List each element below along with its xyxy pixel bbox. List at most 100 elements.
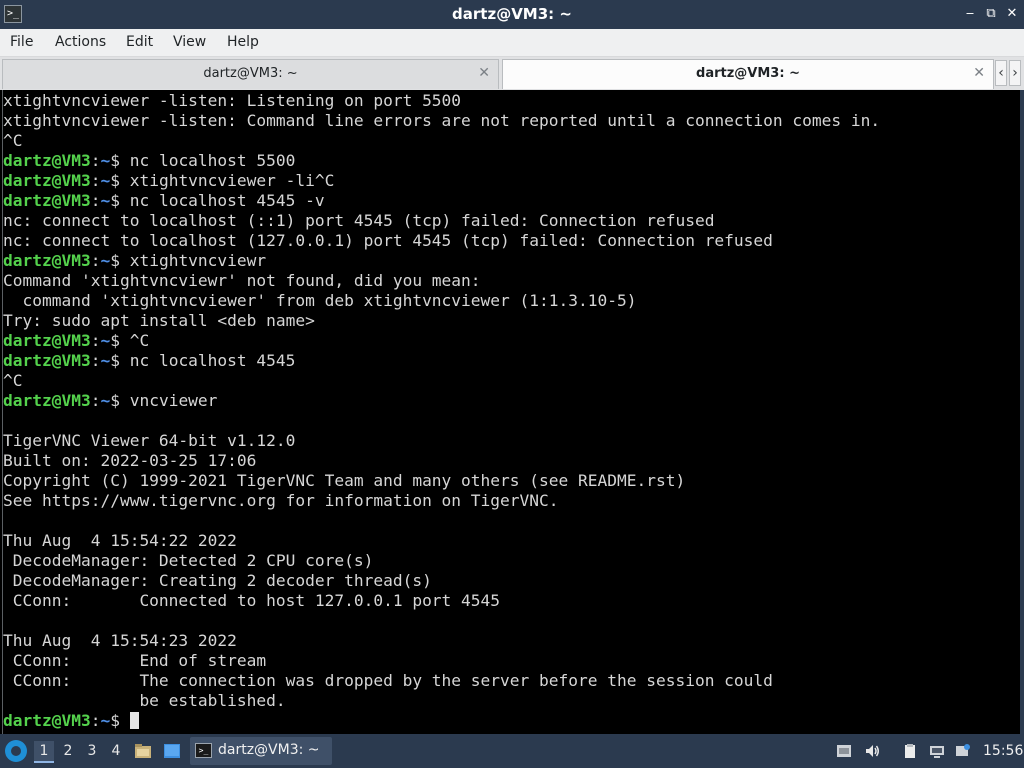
tab-close-icon[interactable]: ✕	[478, 65, 490, 81]
menu-help[interactable]: Help	[227, 34, 259, 50]
output-text: Command 'xtightvncviewr' not found, did …	[3, 271, 481, 290]
taskbar-task-terminal[interactable]: >_ dartz@VM3: ~	[190, 737, 332, 765]
terminal-prompt-line: dartz@VM3:~$ nc localhost 5500	[3, 151, 295, 171]
output-text: CConn: End of stream	[3, 651, 267, 670]
close-window-icon[interactable]: ✕	[1005, 7, 1019, 21]
command-text: $ nc localhost 4545 -v	[110, 191, 325, 210]
terminal-output-line: Thu Aug 4 15:54:23 2022	[3, 631, 237, 651]
output-text: xtightvncviewer -listen: Listening on po…	[3, 91, 462, 110]
tab-scroll-left-icon[interactable]: ‹	[995, 60, 1007, 86]
menu-view[interactable]: View	[173, 34, 206, 50]
prompt-colon: :	[90, 351, 101, 370]
prompt-colon: :	[90, 151, 101, 170]
output-text: nc: connect to localhost (::1) port 4545…	[3, 211, 715, 230]
terminal-output-line: Built on: 2022-03-25 17:06	[3, 451, 256, 471]
prompt-user: dartz@VM3	[3, 711, 91, 730]
terminal-prompt-line: dartz@VM3:~$	[3, 711, 139, 731]
terminal-output-line: xtightvncviewer -listen: Listening on po…	[3, 91, 461, 111]
command-text: $ nc localhost 4545	[110, 351, 296, 370]
terminal-output-line: be established.	[3, 691, 286, 711]
terminal-output-line: DecodeManager: Detected 2 CPU core(s)	[3, 551, 374, 571]
terminal-output-line: Copyright (C) 1999-2021 TigerVNC Team an…	[3, 471, 685, 491]
command-text: $ vncviewer	[110, 391, 218, 410]
workspace-2[interactable]: 2	[58, 741, 78, 761]
keyboard-layout-icon[interactable]	[836, 743, 852, 759]
workspace-3[interactable]: 3	[82, 741, 102, 761]
volume-icon[interactable]	[864, 743, 880, 759]
tab-terminal-2[interactable]: dartz@VM3: ~ ✕	[502, 59, 994, 89]
menu-edit[interactable]: Edit	[126, 34, 153, 50]
terminal-prompt-line: dartz@VM3:~$ vncviewer	[3, 391, 217, 411]
network-icon[interactable]	[929, 743, 945, 759]
terminal-output-line: DecodeManager: Creating 2 decoder thread…	[3, 571, 432, 591]
output-text: xtightvncviewer -listen: Command line er…	[3, 111, 881, 130]
menu-bar: File Actions Edit View Help	[0, 29, 1024, 57]
terminal-output[interactable]: xtightvncviewer -listen: Listening on po…	[2, 90, 1021, 734]
prompt-user: dartz@VM3	[3, 151, 91, 170]
prompt-path: ~	[100, 251, 111, 270]
prompt-colon: :	[90, 251, 101, 270]
show-desktop-icon[interactable]	[163, 742, 181, 760]
menu-actions[interactable]: Actions	[55, 34, 106, 50]
terminal-output-line: ^C	[3, 131, 23, 151]
output-text: TigerVNC Viewer 64-bit v1.12.0	[3, 431, 296, 450]
taskbar: 1 2 3 4 >_ dartz@VM3: ~ 15:56	[0, 734, 1024, 768]
terminal-prompt-line: dartz@VM3:~$ xtightvncviewr	[3, 251, 266, 271]
maximize-icon[interactable]: ⧉	[984, 7, 998, 21]
terminal-scrollbar[interactable]	[1020, 90, 1024, 734]
output-text: DecodeManager: Detected 2 CPU core(s)	[3, 551, 374, 570]
output-text: command 'xtightvncviewer' from deb xtigh…	[3, 291, 637, 310]
output-text: Built on: 2022-03-25 17:06	[3, 451, 257, 470]
tab-bar: dartz@VM3: ~ ✕ dartz@VM3: ~ ✕	[0, 57, 1024, 90]
window-titlebar[interactable]: >_ dartz@VM3: ~ ‒ ⧉ ✕	[0, 0, 1024, 29]
terminal-output-line: CConn: Connected to host 127.0.0.1 port …	[3, 591, 500, 611]
menu-file[interactable]: File	[10, 34, 33, 50]
terminal-output-line: Command 'xtightvncviewr' not found, did …	[3, 271, 481, 291]
clock[interactable]: 15:56	[983, 743, 1023, 759]
output-text: DecodeManager: Creating 2 decoder thread…	[3, 571, 432, 590]
terminal-output-line: CConn: The connection was dropped by the…	[3, 671, 773, 691]
terminal-cursor	[129, 712, 139, 729]
tab-close-icon[interactable]: ✕	[973, 65, 985, 81]
update-notifier-icon[interactable]	[955, 743, 971, 759]
terminal-output-line: command 'xtightvncviewer' from deb xtigh…	[3, 291, 636, 311]
start-menu-icon[interactable]	[5, 740, 27, 762]
prompt-user: dartz@VM3	[3, 171, 91, 190]
prompt-colon: :	[90, 391, 101, 410]
prompt-path: ~	[100, 151, 111, 170]
file-manager-icon[interactable]	[134, 742, 152, 760]
output-text: Thu Aug 4 15:54:22 2022	[3, 531, 237, 550]
output-text: be established.	[3, 691, 286, 710]
terminal-prompt-line: dartz@VM3:~$ xtightvncviewer -li^C	[3, 171, 334, 191]
output-text: See https://www.tigervnc.org for informa…	[3, 491, 559, 510]
prompt-colon: :	[90, 331, 101, 350]
terminal-output-line: See https://www.tigervnc.org for informa…	[3, 491, 559, 511]
command-text: $ xtightvncviewer -li^C	[110, 171, 335, 190]
workspace-1[interactable]: 1	[34, 741, 54, 763]
terminal-output-line: nc: connect to localhost (::1) port 4545…	[3, 211, 714, 231]
minimize-icon[interactable]: ‒	[963, 7, 977, 21]
workspace-4[interactable]: 4	[106, 741, 126, 761]
command-text: $ ^C	[110, 331, 150, 350]
output-text: Thu Aug 4 15:54:23 2022	[3, 631, 237, 650]
output-text: CConn: The connection was dropped by the…	[3, 671, 773, 690]
tab-terminal-1[interactable]: dartz@VM3: ~ ✕	[2, 59, 499, 89]
prompt-user: dartz@VM3	[3, 391, 91, 410]
prompt-path: ~	[100, 171, 111, 190]
prompt-path: ~	[100, 711, 111, 730]
terminal-output-line: xtightvncviewer -listen: Command line er…	[3, 111, 880, 131]
terminal-output-line: Thu Aug 4 15:54:22 2022	[3, 531, 237, 551]
terminal-output-line: ^C	[3, 371, 23, 391]
tab-scroll-right-icon[interactable]: ›	[1009, 60, 1021, 86]
terminal-prompt-line: dartz@VM3:~$ nc localhost 4545	[3, 351, 295, 371]
output-text: Copyright (C) 1999-2021 TigerVNC Team an…	[3, 471, 686, 490]
terminal-prompt-line: dartz@VM3:~$ ^C	[3, 331, 149, 351]
terminal-output-line: TigerVNC Viewer 64-bit v1.12.0	[3, 431, 295, 451]
prompt-path: ~	[100, 331, 111, 350]
prompt-user: dartz@VM3	[3, 351, 91, 370]
prompt-user: dartz@VM3	[3, 191, 91, 210]
clipboard-icon[interactable]	[902, 743, 918, 759]
tab-label: dartz@VM3: ~	[203, 66, 298, 81]
window-title: dartz@VM3: ~	[452, 5, 572, 23]
terminal-output-line: CConn: End of stream	[3, 651, 266, 671]
